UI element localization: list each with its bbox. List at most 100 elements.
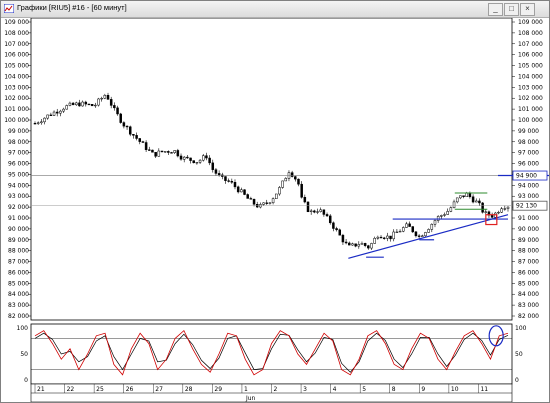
- price-tick-left: 93 000: [8, 193, 29, 200]
- candle-body: [97, 98, 100, 106]
- price-tick-left: 109 000: [4, 19, 29, 26]
- price-marker-label: 92 130: [516, 203, 537, 210]
- candle-body: [386, 235, 389, 239]
- candle-body: [370, 243, 373, 249]
- oscillator-tick-right: 0: [515, 377, 519, 384]
- candle-body: [290, 172, 294, 177]
- candle-body: [436, 216, 440, 221]
- candle-body: [62, 108, 65, 112]
- oscillator-tick-right: 50: [515, 351, 523, 358]
- candle-body: [262, 202, 265, 205]
- minimize-button[interactable]: _: [488, 3, 503, 16]
- candle-body: [205, 155, 208, 159]
- price-tick-left: 103 000: [4, 84, 29, 91]
- price-tick-left: 99 000: [8, 128, 29, 135]
- candle-body: [481, 202, 484, 213]
- price-tick-right: 98 000: [518, 139, 539, 146]
- price-tick-left: 83 000: [8, 302, 29, 309]
- candle-body: [452, 201, 456, 208]
- candle-body: [443, 214, 446, 216]
- candle-body: [198, 159, 202, 163]
- time-tick-label: 26: [126, 386, 134, 393]
- candle-body: [392, 231, 395, 240]
- candle-body: [440, 215, 443, 217]
- candle-body: [154, 152, 157, 157]
- time-tick-label: 21: [37, 386, 45, 393]
- candle-body: [100, 97, 103, 100]
- candle-body: [163, 151, 167, 153]
- candle-body: [246, 194, 249, 199]
- candle-body: [275, 193, 278, 199]
- candle-body: [360, 243, 364, 245]
- time-tick-label: 27: [155, 386, 163, 393]
- price-tick-right: 99 000: [518, 128, 539, 135]
- oscillator-pane[interactable]: [30, 323, 513, 385]
- candle-body: [106, 95, 110, 100]
- oscillator-tick-left: 100: [17, 325, 29, 332]
- candle-body: [417, 235, 421, 237]
- window-title: Графики [RIU5] #16 - [60 минут]: [17, 3, 127, 12]
- price-tick-right: 108 000: [518, 30, 543, 37]
- close-button[interactable]: ×: [520, 3, 535, 16]
- candle-body: [328, 215, 332, 224]
- price-tick-right: 107 000: [518, 41, 543, 48]
- maximize-button[interactable]: □: [504, 3, 519, 16]
- candle-body: [40, 121, 43, 124]
- candle-body: [217, 173, 221, 176]
- month-label: Jun: [245, 395, 256, 402]
- candle-body: [236, 186, 240, 193]
- candle-body: [113, 105, 116, 109]
- candle-body: [243, 189, 246, 195]
- candle-body: [376, 236, 380, 239]
- candle-body: [401, 227, 405, 232]
- candle-body: [52, 111, 56, 116]
- price-tick-right: 82 000: [518, 313, 539, 320]
- candle-body: [341, 234, 345, 243]
- price-tick-right: 97 000: [518, 150, 539, 157]
- chart-window[interactable]: Графики [RIU5] #16 - [60 минут] _ □ × 10…: [0, 0, 550, 403]
- price-chart-area[interactable]: 109 000108 000107 000106 000105 000104 0…: [1, 18, 549, 402]
- candle-body: [75, 102, 78, 106]
- time-tick-label: 22: [67, 386, 75, 393]
- candle-body: [90, 104, 94, 107]
- close-icon: ×: [525, 4, 530, 13]
- price-tick-left: 84 000: [8, 291, 29, 298]
- candle-body: [284, 178, 288, 182]
- candle-body: [500, 208, 503, 213]
- price-tick-left: 85 000: [8, 280, 29, 287]
- price-tick-left: 91 000: [8, 215, 29, 222]
- candle-body: [497, 211, 500, 214]
- candle-body: [87, 103, 91, 106]
- time-tick-label: 3: [303, 386, 307, 393]
- time-tick-label: 11: [480, 386, 488, 393]
- candle-body: [240, 189, 243, 193]
- candle-body: [478, 200, 481, 204]
- candle-body: [348, 242, 351, 246]
- candle-body: [138, 138, 142, 142]
- candle-body: [449, 207, 453, 212]
- time-tick-label: 10: [451, 386, 459, 393]
- title-bar[interactable]: Графики [RIU5] #16 - [60 минут] _ □ ×: [1, 1, 549, 18]
- candle-body: [148, 149, 151, 151]
- price-tick-right: 89 000: [518, 237, 539, 244]
- candle-body: [278, 187, 281, 195]
- price-tick-left: 100 000: [4, 117, 29, 124]
- price-tick-right: 104 000: [518, 73, 543, 80]
- candle-body: [313, 210, 316, 213]
- candle-body: [354, 243, 357, 247]
- price-pane[interactable]: [30, 18, 513, 321]
- time-tick-label: 4: [333, 386, 337, 393]
- price-tick-left: 89 000: [8, 237, 29, 244]
- candle-body: [160, 150, 164, 153]
- candle-body: [211, 162, 215, 170]
- candle-body: [427, 229, 430, 233]
- candle-body: [103, 95, 107, 99]
- price-tick-left: 106 000: [4, 52, 29, 59]
- candle-body: [465, 192, 468, 197]
- candle-body: [55, 111, 59, 114]
- candle-body: [468, 192, 472, 198]
- candle-body: [179, 155, 183, 160]
- candle-body: [446, 211, 449, 215]
- candle-body: [373, 238, 376, 244]
- candle-body: [49, 114, 53, 116]
